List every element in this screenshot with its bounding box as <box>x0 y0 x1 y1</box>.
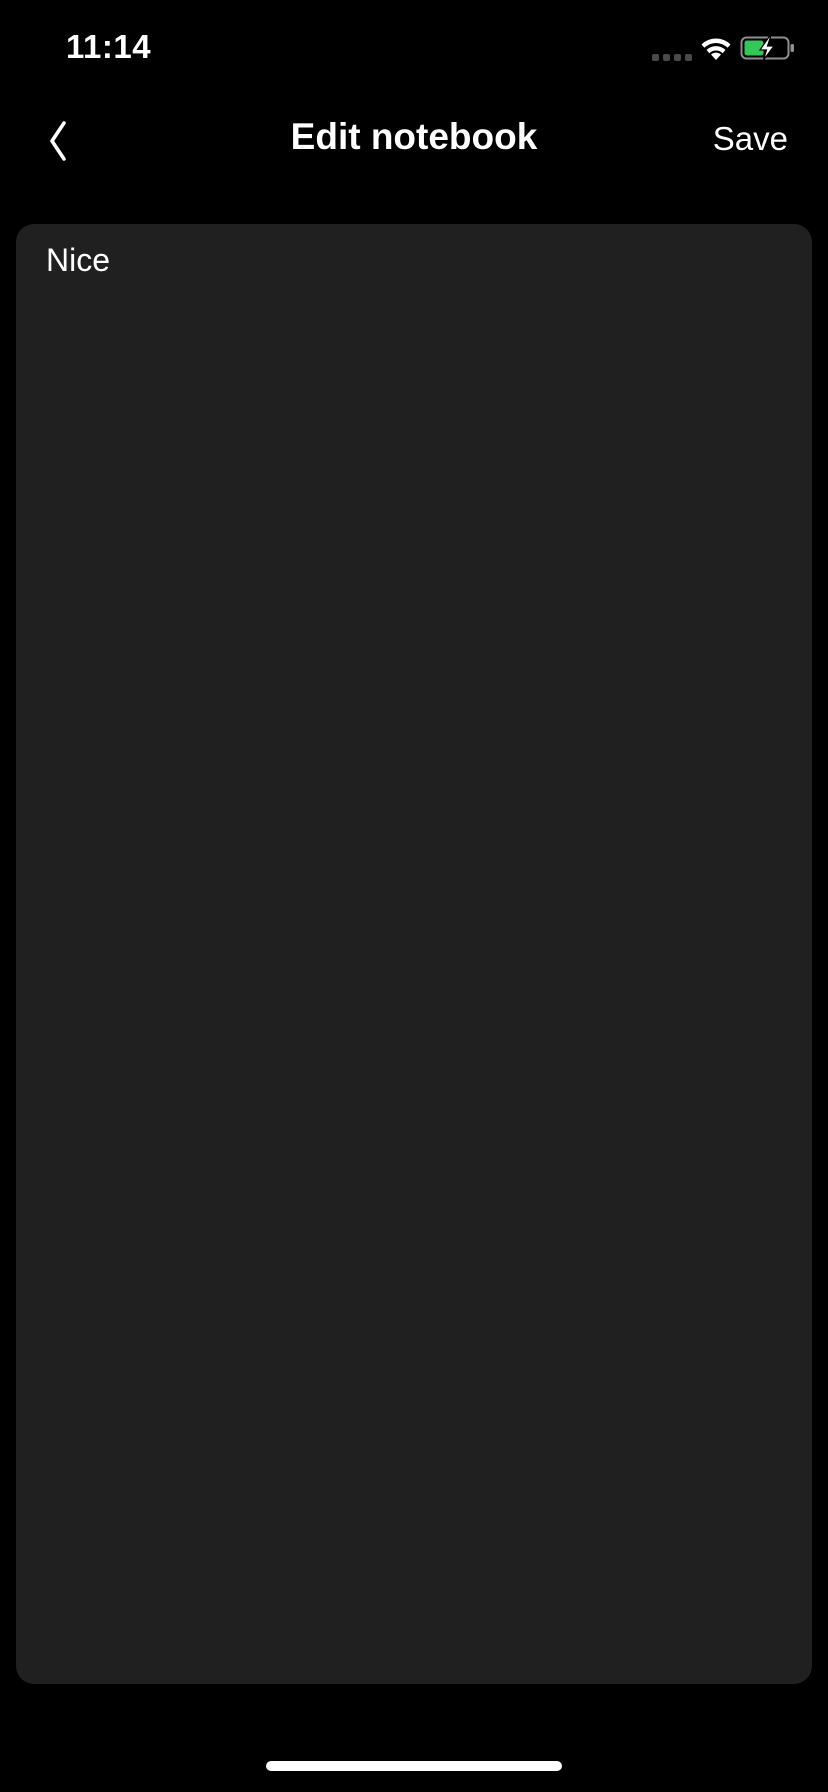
status-time: 11:14 <box>66 28 152 65</box>
save-button[interactable]: Save <box>713 120 788 158</box>
back-button[interactable] <box>40 118 90 164</box>
wifi-icon <box>701 38 731 60</box>
page-title: Edit notebook <box>290 116 538 157</box>
notebook-name-editor[interactable]: Nice <box>16 224 812 1684</box>
navigation-bar: Edit notebook Save <box>0 100 828 180</box>
battery-charging-icon <box>740 36 794 61</box>
chevron-left-icon <box>50 121 66 161</box>
cellular-signal-icon <box>652 54 692 62</box>
home-indicator[interactable] <box>266 1761 562 1771</box>
notebook-text-input[interactable]: Nice <box>46 242 782 1666</box>
status-bar: 11:14 <box>0 0 828 100</box>
